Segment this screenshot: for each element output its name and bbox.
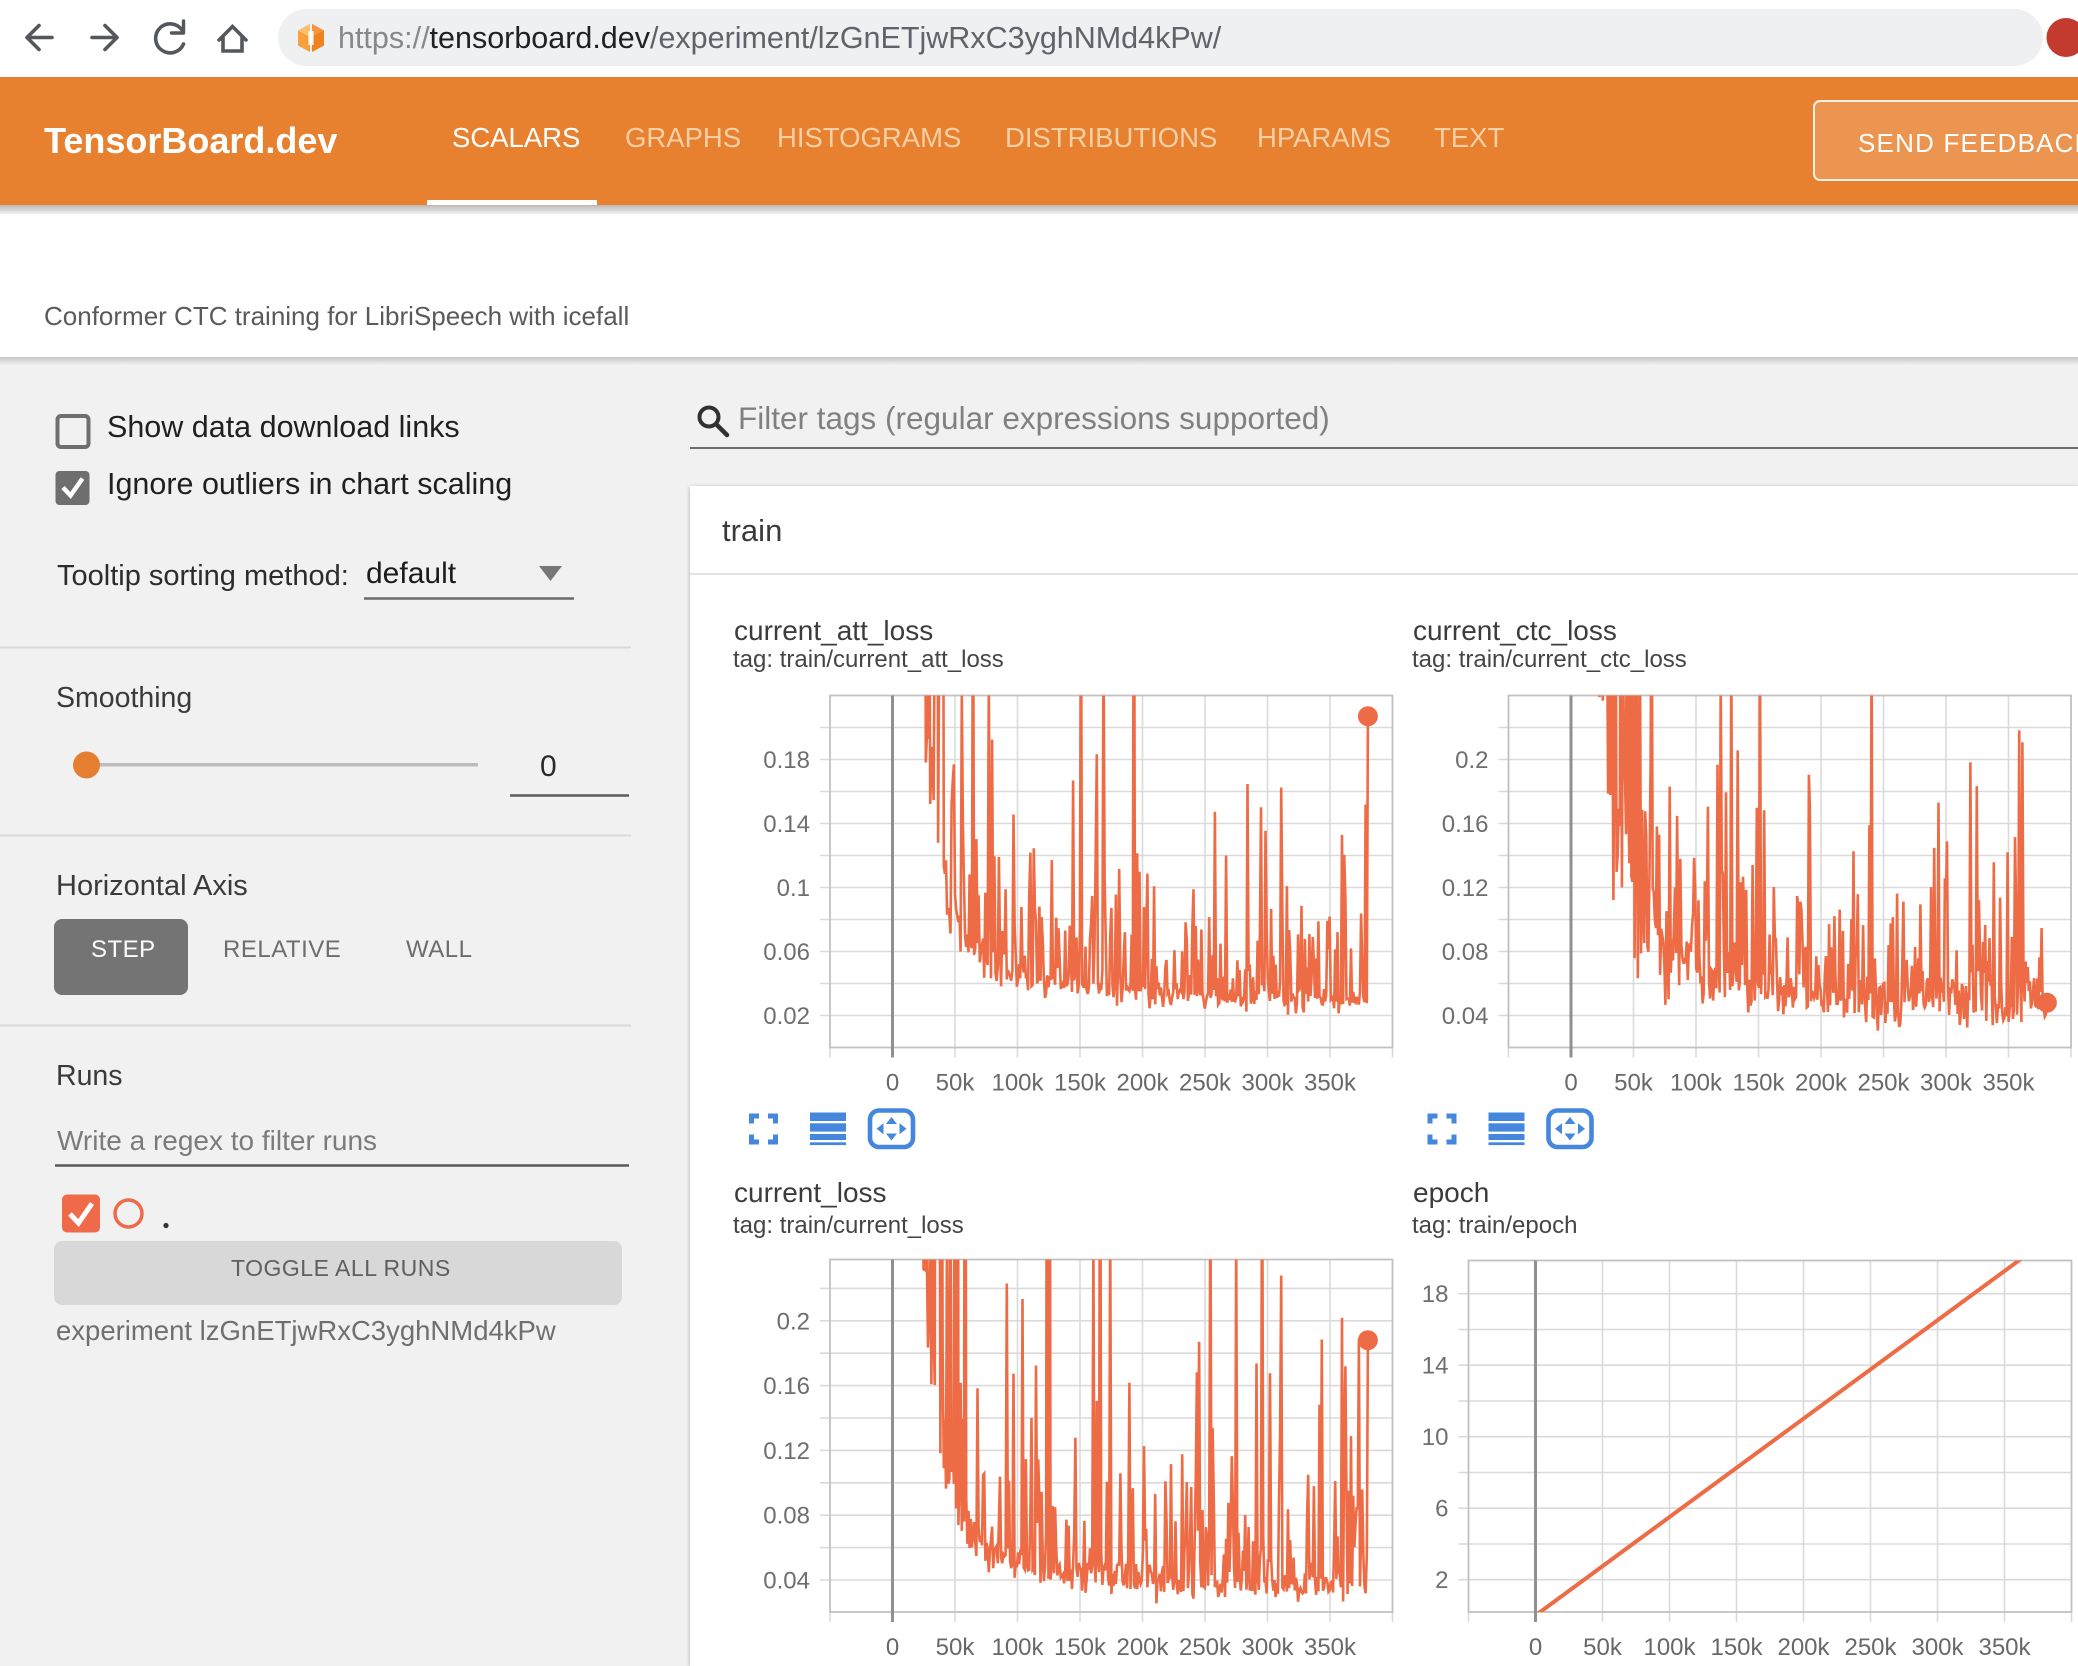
svg-text:0.12: 0.12 [1442,875,1489,902]
svg-text:100k: 100k [991,1634,1044,1661]
svg-text:50k: 50k [1583,1634,1623,1661]
svg-text:0.12: 0.12 [763,1438,810,1465]
svg-text:0.06: 0.06 [763,939,810,966]
svg-text:150k: 150k [1732,1070,1785,1097]
svg-text:50k: 50k [1614,1070,1654,1097]
svg-text:150k: 150k [1054,1634,1107,1661]
svg-text:0.04: 0.04 [1442,1003,1489,1030]
svg-text:250k: 250k [1179,1634,1232,1661]
svg-text:0.2: 0.2 [777,1308,810,1335]
svg-text:100k: 100k [1643,1634,1696,1661]
svg-text:350k: 350k [1978,1634,2031,1661]
svg-text:0.16: 0.16 [763,1373,810,1400]
svg-text:150k: 150k [1710,1634,1763,1661]
svg-text:0.18: 0.18 [763,747,810,774]
svg-text:300k: 300k [1241,1634,1294,1661]
svg-text:200k: 200k [1795,1070,1848,1097]
svg-text:2: 2 [1435,1567,1448,1594]
svg-text:250k: 250k [1857,1070,1910,1097]
svg-text:0.2: 0.2 [1455,747,1488,774]
svg-text:10: 10 [1422,1424,1449,1451]
svg-text:200k: 200k [1116,1070,1169,1097]
svg-text:50k: 50k [936,1070,976,1097]
svg-text:200k: 200k [1116,1634,1169,1661]
svg-text:0.02: 0.02 [763,1003,810,1030]
svg-text:250k: 250k [1179,1070,1232,1097]
svg-text:18: 18 [1422,1281,1449,1308]
svg-text:0.1: 0.1 [777,875,810,902]
svg-text:0: 0 [1564,1070,1577,1097]
svg-text:0.04: 0.04 [763,1568,810,1595]
svg-text:350k: 350k [1304,1634,1357,1661]
svg-text:0.08: 0.08 [1442,939,1489,966]
svg-text:300k: 300k [1241,1070,1294,1097]
svg-text:100k: 100k [1670,1070,1723,1097]
svg-text:0: 0 [1529,1634,1542,1661]
svg-text:50k: 50k [936,1634,976,1661]
svg-text:0: 0 [886,1070,899,1097]
svg-text:350k: 350k [1982,1070,2035,1097]
svg-text:300k: 300k [1911,1634,1964,1661]
svg-text:0: 0 [886,1634,899,1661]
svg-text:200k: 200k [1777,1634,1830,1661]
svg-text:150k: 150k [1054,1070,1107,1097]
svg-text:300k: 300k [1920,1070,1973,1097]
svg-text:250k: 250k [1844,1634,1897,1661]
svg-text:100k: 100k [991,1070,1044,1097]
svg-text:6: 6 [1435,1496,1448,1523]
svg-text:350k: 350k [1304,1070,1357,1097]
svg-text:14: 14 [1422,1353,1449,1380]
svg-text:0.16: 0.16 [1442,811,1489,838]
svg-text:0.08: 0.08 [763,1503,810,1530]
svg-text:0.14: 0.14 [763,811,810,838]
